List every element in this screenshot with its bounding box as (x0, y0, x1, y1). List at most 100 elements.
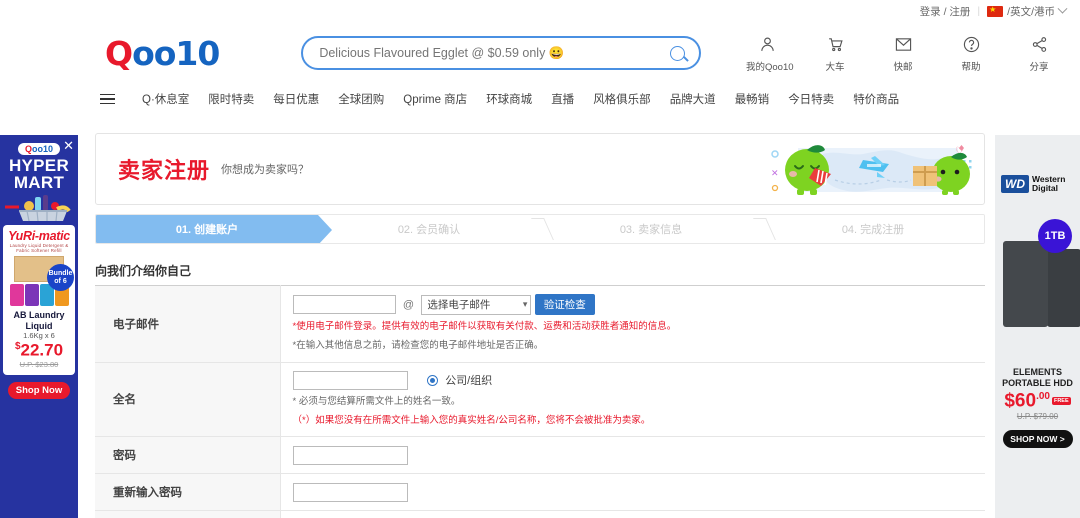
hdd-secondary (1047, 249, 1080, 327)
email-domain-select[interactable]: 选择电子邮件 ▾ (421, 294, 532, 315)
ad-right-cta-button[interactable]: SHOP NOW > (1002, 429, 1073, 448)
top-utility-bar: 登录 / 注册 | /英文/港币 (0, 0, 1080, 22)
site-header: Qoo10 我的Qoo10 大车 (0, 22, 1080, 84)
share-icon (1018, 34, 1060, 56)
email-note-1: *使用电子邮件登录。提供有效的电子邮件以获取有关付款、运费和活动获胜者通知的信息… (292, 321, 677, 332)
nav-item-11[interactable]: 特价商品 (853, 91, 899, 107)
step-3[interactable]: 03. 卖家信息 (540, 215, 776, 243)
table-row-email: 电子邮件 @ 选择电子邮件 ▾ 验证检查 *使用电子邮件登录。提供有效的电子邮件… (95, 285, 985, 363)
header-icon-share[interactable]: 分享 (1018, 34, 1060, 73)
cell-password-confirm (280, 473, 985, 511)
label-fullname: 全名 (95, 362, 281, 437)
label-password: 密码 (95, 436, 281, 474)
nav-item-4[interactable]: Qprime 商店 (403, 91, 467, 107)
step-2[interactable]: 02. 会员确认 (318, 215, 554, 243)
person-icon (746, 34, 788, 56)
ad-logo-q: Q (24, 144, 32, 154)
company-radio[interactable] (426, 374, 438, 386)
topbar-divider: | (977, 5, 981, 17)
banner-subtitle: 你想成为卖家吗？ (221, 164, 310, 176)
close-icon[interactable]: ✕ (63, 139, 74, 152)
search-input[interactable] (317, 45, 671, 61)
label-password-confirm: 重新输入密码 (95, 473, 281, 511)
ad-left-price-value: 22.70 (20, 340, 64, 360)
table-row-password-confirm: 重新输入密码 (95, 473, 985, 511)
chevron-down-icon (1057, 3, 1068, 14)
ad-left-header: Qoo10 ✕ HYPER MART (0, 135, 78, 223)
nav-item-8[interactable]: 品牌大道 (670, 91, 716, 107)
nav-item-3[interactable]: 全球团购 (338, 91, 384, 107)
step-label: 04. 完成注册 (841, 224, 905, 236)
nav-item-2[interactable]: 每日优惠 (273, 91, 319, 107)
company-radio-label: 公司/组织 (445, 375, 493, 387)
question-circle-icon (950, 34, 992, 56)
ad-banner-left[interactable]: Qoo10 ✕ HYPER MART YuRi-matic Laundry Li… (0, 135, 78, 518)
fullname-note-2: （*）如果您没有在所需文件上输入您的真实姓名/公司名称，您将不会被批准为卖家。 (292, 414, 651, 426)
cell-email: @ 选择电子邮件 ▾ 验证检查 *使用电子邮件登录。提供有效的电子邮件以获取有关… (280, 285, 985, 363)
ad-left-price: $22.70 (6, 341, 72, 360)
ad-left-usual-price: U.P. $23.80 (19, 360, 59, 370)
label-email: 电子邮件 (95, 285, 281, 363)
password-confirm-input[interactable] (292, 482, 408, 502)
step-arrow-icon (318, 215, 332, 243)
password-input[interactable] (292, 445, 408, 465)
label-birthdate: 出生日期 (95, 510, 281, 518)
wd-logo-box: WD (1001, 175, 1029, 193)
header-icon-mail[interactable]: 快邮 (882, 34, 924, 73)
ad-left-product-card: YuRi-matic Laundry Liquid Detergent & Fa… (3, 225, 75, 376)
at-symbol: @ (402, 298, 415, 311)
header-icon-help[interactable]: 帮助 (950, 34, 992, 73)
hamburger-menu-icon[interactable] (100, 93, 115, 105)
main-navigation: Q·休息室 限时特卖 每日优惠 全球团购 Qprime 商店 环球商城 直播 风… (0, 84, 1080, 114)
ad-left-cta-button[interactable]: Shop Now (8, 382, 70, 400)
step-label: 03. 卖家信息 (619, 224, 683, 236)
company-radio-group[interactable]: 公司/组织 (426, 372, 493, 387)
ad-right-currency: $ (1004, 389, 1015, 411)
wd-logo-text: Western Digital (1032, 174, 1066, 193)
nav-item-1[interactable]: 限时特卖 (208, 91, 254, 107)
ad-qoo10-logo: Qoo10 (17, 143, 61, 155)
header-icon-label: 分享 (1029, 61, 1049, 73)
flag-icon (987, 4, 1004, 17)
header-icon-label: 我的Qoo10 (746, 61, 794, 73)
capacity-badge: 1TB (1038, 219, 1072, 253)
nav-item-6[interactable]: 直播 (551, 91, 574, 107)
hdd-primary (1003, 241, 1048, 327)
logo-q: Q (105, 33, 133, 73)
step-label: 01. 创建账户 (175, 224, 239, 236)
ad-logo-oo10: oo10 (32, 144, 54, 154)
nav-item-7[interactable]: 风格俱乐部 (593, 91, 651, 107)
fullname-note-1: * 必须与您结算所需文件上的姓名一致。 (292, 395, 461, 407)
email-local-input[interactable] (292, 295, 396, 314)
nav-item-9[interactable]: 最畅销 (735, 91, 770, 107)
seller-registration-banner: 卖家注册 你想成为卖家吗？ ✕ ♡ (95, 133, 985, 205)
nav-item-10[interactable]: 今日特卖 (788, 91, 834, 107)
page-root: 登录 / 注册 | /英文/港币 Qoo10 我的Qoo10 (0, 0, 1080, 518)
ad-right-price-value: 60 (1014, 389, 1037, 411)
header-icon-label: 大车 (825, 61, 845, 73)
email-note-2: *在输入其他信息之前，请检查您的电子邮件地址是否正确。 (292, 340, 544, 352)
header-icon-my-qoo10[interactable]: 我的Qoo10 (746, 34, 794, 73)
search-bar[interactable] (301, 36, 702, 70)
main-content: 卖家注册 你想成为卖家吗？ ✕ ♡ 01. 创建账户 02. 会员确认 03. … (95, 133, 985, 518)
chevron-down-icon: ▾ (522, 299, 528, 309)
cell-password (280, 436, 985, 474)
login-register-link[interactable]: 登录 / 注册 (920, 4, 971, 19)
nav-item-0[interactable]: Q·休息室 (142, 91, 189, 107)
step-1[interactable]: 01. 创建账户 (96, 215, 332, 243)
nav-item-5[interactable]: 环球商城 (486, 91, 532, 107)
verify-check-button[interactable]: 验证检查 (534, 294, 595, 315)
language-currency-selector[interactable]: /英文/港币 (987, 3, 1068, 19)
ad-right-price: $60.00 FREE (995, 389, 1080, 412)
table-row-fullname: 全名 公司/组织 * 必须与您结算所需文件上的姓名一致。 （*）如果您没有在所需… (95, 362, 985, 437)
free-shipping-badge: FREE (1051, 396, 1071, 405)
header-icon-cart[interactable]: 大车 (814, 34, 856, 73)
qoo10-logo[interactable]: Qoo10 (105, 33, 220, 73)
search-icon[interactable] (670, 45, 686, 61)
fullname-input[interactable] (292, 370, 408, 390)
ad-left-title: HYPER MART (8, 156, 70, 192)
step-4[interactable]: 04. 完成注册 (762, 215, 984, 243)
header-icon-label: 快邮 (893, 61, 913, 73)
cell-fullname: 公司/组织 * 必须与您结算所需文件上的姓名一致。 （*）如果您没有在所需文件上… (280, 362, 985, 437)
ad-banner-right[interactable]: WD Western Digital 1TB ELEMENTS PORTABLE H… (995, 135, 1080, 518)
